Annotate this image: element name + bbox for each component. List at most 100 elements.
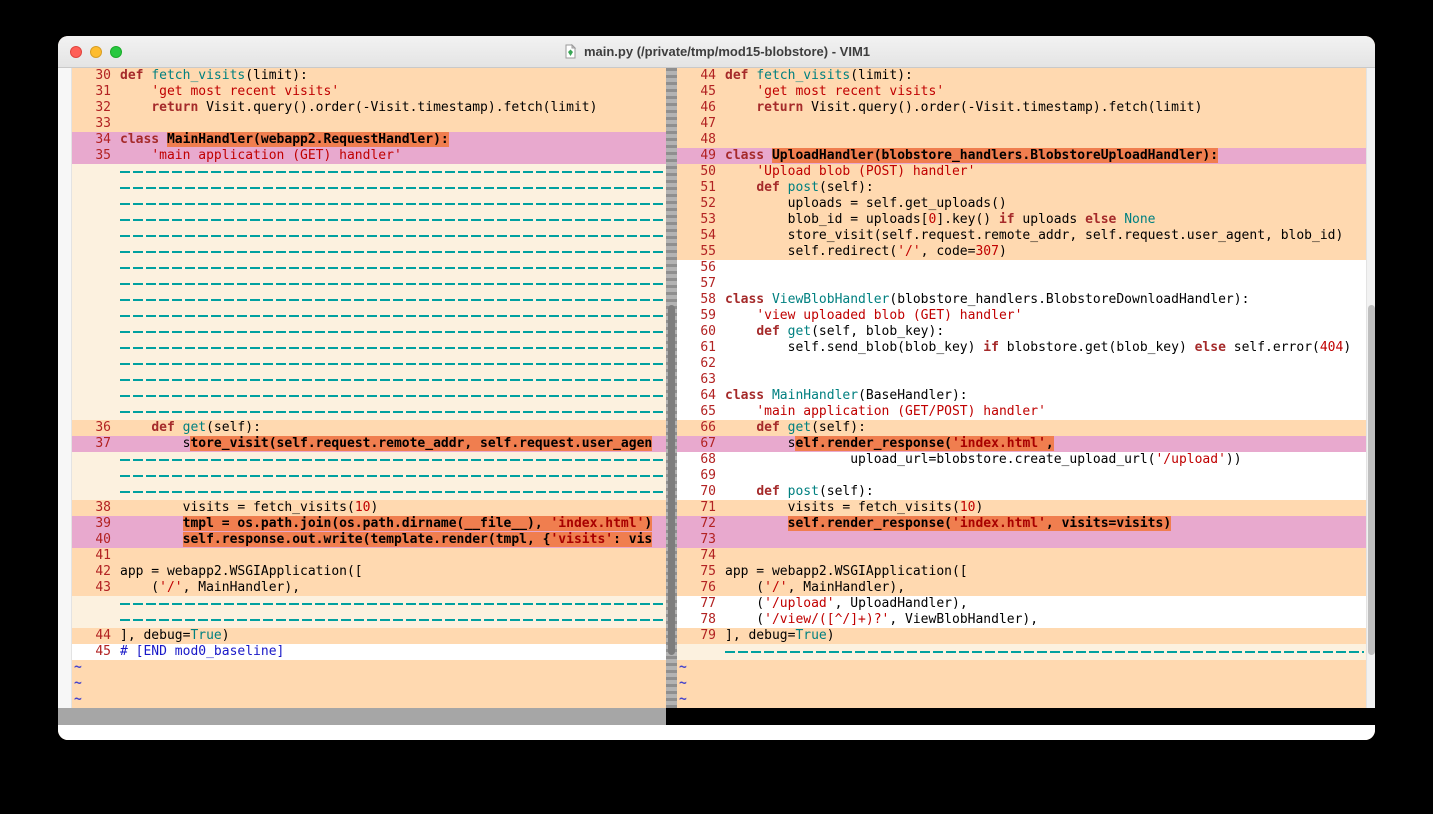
buffer-line[interactable]: 70 def post(self): — [677, 484, 1366, 500]
buffer-line[interactable]: 43 ('/', MainHandler), — [72, 580, 666, 596]
buffer-line[interactable]: 64class MainHandler(BaseHandler): — [677, 388, 1366, 404]
buffer-line[interactable]: 44], debug=True) — [72, 628, 666, 644]
buffer-line[interactable]: 60 def get(self, blob_key): — [677, 324, 1366, 340]
buffer-line[interactable]: 52 uploads = self.get_uploads() — [677, 196, 1366, 212]
buffer-line[interactable]: 41 — [72, 548, 666, 564]
buffer-line[interactable]: 55 self.redirect('/', code=307) — [677, 244, 1366, 260]
buffer-line[interactable] — [72, 356, 666, 372]
buffer-line[interactable] — [72, 228, 666, 244]
line-number: 64 — [677, 388, 725, 404]
buffer-line[interactable]: 37 store_visit(self.request.remote_addr,… — [72, 436, 666, 452]
buffer-line[interactable]: 31 'get most recent visits' — [72, 84, 666, 100]
code-text: app = webapp2.WSGIApplication([ — [120, 564, 666, 580]
buffer-line[interactable] — [72, 196, 666, 212]
left-pane-scrollbar-thumb[interactable] — [668, 305, 675, 655]
zoom-button[interactable] — [110, 46, 122, 58]
buffer-line[interactable] — [72, 596, 666, 612]
buffer-line[interactable]: 53 blob_id = uploads[0].key() if uploads… — [677, 212, 1366, 228]
buffer-line[interactable]: 78 ('/view/([^/]+)?', ViewBlobHandler), — [677, 612, 1366, 628]
buffer-line[interactable]: 49class UploadHandler(blobstore_handlers… — [677, 148, 1366, 164]
left-scrollbar[interactable] — [58, 68, 72, 708]
buffer-line[interactable] — [72, 324, 666, 340]
buffer-line[interactable] — [72, 452, 666, 468]
buffer-line[interactable]: 57 — [677, 276, 1366, 292]
vertical-split-divider[interactable] — [666, 68, 677, 708]
buffer-line[interactable]: ~ — [677, 660, 1366, 676]
buffer-line[interactable]: 30def fetch_visits(limit): — [72, 68, 666, 84]
buffer-line[interactable]: 51 def post(self): — [677, 180, 1366, 196]
buffer-line[interactable]: 66 def get(self): — [677, 420, 1366, 436]
buffer-line[interactable]: 45 'get most recent visits' — [677, 84, 1366, 100]
buffer-line[interactable]: 33 — [72, 116, 666, 132]
buffer-line[interactable]: 74 — [677, 548, 1366, 564]
buffer-line[interactable]: 46 return Visit.query().order(-Visit.tim… — [677, 100, 1366, 116]
buffer-line[interactable]: 75app = webapp2.WSGIApplication([ — [677, 564, 1366, 580]
buffer-line[interactable] — [72, 484, 666, 500]
code-text: self.send_blob(blob_key) if blobstore.ge… — [725, 340, 1366, 356]
buffer-line[interactable]: 62 — [677, 356, 1366, 372]
buffer-line[interactable]: 67 self.render_response('index.html', — [677, 436, 1366, 452]
buffer-line[interactable]: 72 self.render_response('index.html', vi… — [677, 516, 1366, 532]
buffer-line[interactable]: 47 — [677, 116, 1366, 132]
buffer-line[interactable]: ~ — [677, 692, 1366, 708]
right-scrollbar[interactable] — [1366, 68, 1375, 708]
buffer-line[interactable]: 40 self.response.out.write(template.rend… — [72, 532, 666, 548]
buffer-line[interactable]: 32 return Visit.query().order(-Visit.tim… — [72, 100, 666, 116]
buffer-line[interactable] — [72, 372, 666, 388]
buffer-line[interactable]: 63 — [677, 372, 1366, 388]
buffer-line[interactable] — [72, 404, 666, 420]
buffer-line[interactable]: 73 — [677, 532, 1366, 548]
buffer-line[interactable]: 39 tmpl = os.path.join(os.path.dirname(_… — [72, 516, 666, 532]
buffer-line[interactable]: 71 visits = fetch_visits(10) — [677, 500, 1366, 516]
buffer-line[interactable]: ~ — [677, 676, 1366, 692]
buffer-line[interactable]: ~ — [72, 660, 666, 676]
buffer-line[interactable]: 35 'main application (GET) handler' — [72, 148, 666, 164]
line-number: 52 — [677, 196, 725, 212]
buffer-line[interactable]: 58class ViewBlobHandler(blobstore_handle… — [677, 292, 1366, 308]
right-scrollbar-thumb[interactable] — [1368, 305, 1375, 655]
buffer-line[interactable]: ~ — [72, 676, 666, 692]
diff-pane-left[interactable]: 30def fetch_visits(limit):31 'get most r… — [72, 68, 666, 708]
buffer-line[interactable]: 77 ('/upload', UploadHandler), — [677, 596, 1366, 612]
line-number: 68 — [677, 452, 725, 468]
buffer-line[interactable]: 36 def get(self): — [72, 420, 666, 436]
buffer-line[interactable]: 79], debug=True) — [677, 628, 1366, 644]
buffer-line[interactable] — [72, 308, 666, 324]
buffer-line[interactable] — [72, 164, 666, 180]
buffer-line[interactable]: 48 — [677, 132, 1366, 148]
buffer-line[interactable]: 59 'view uploaded blob (GET) handler' — [677, 308, 1366, 324]
buffer-line[interactable]: 50 'Upload blob (POST) handler' — [677, 164, 1366, 180]
buffer-line[interactable] — [72, 260, 666, 276]
buffer-line[interactable] — [72, 292, 666, 308]
window-titlebar[interactable]: main.py (/private/tmp/mod15-blobstore) -… — [58, 36, 1375, 68]
buffer-line[interactable]: 69 — [677, 468, 1366, 484]
buffer-line[interactable]: 34class MainHandler(webapp2.RequestHandl… — [72, 132, 666, 148]
desktop-background: main.py (/private/tmp/mod15-blobstore) -… — [0, 0, 1433, 814]
buffer-line[interactable] — [72, 180, 666, 196]
line-number: 33 — [72, 116, 120, 132]
buffer-line[interactable]: 65 'main application (GET/POST) handler' — [677, 404, 1366, 420]
buffer-line[interactable]: 38 visits = fetch_visits(10) — [72, 500, 666, 516]
buffer-line[interactable]: 54 store_visit(self.request.remote_addr,… — [677, 228, 1366, 244]
buffer-line[interactable]: 76 ('/', MainHandler), — [677, 580, 1366, 596]
buffer-line[interactable]: 44def fetch_visits(limit): — [677, 68, 1366, 84]
buffer-line[interactable] — [72, 612, 666, 628]
buffer-line[interactable]: 68 upload_url=blobstore.create_upload_ur… — [677, 452, 1366, 468]
close-button[interactable] — [70, 46, 82, 58]
diff-filler-dashes — [120, 603, 664, 605]
buffer-line[interactable]: 56 — [677, 260, 1366, 276]
buffer-line[interactable]: ~ — [72, 692, 666, 708]
buffer-line[interactable] — [677, 644, 1366, 660]
buffer-line[interactable] — [72, 340, 666, 356]
buffer-line[interactable] — [72, 212, 666, 228]
buffer-line[interactable]: 45# [END mod0_baseline] — [72, 644, 666, 660]
minimize-button[interactable] — [90, 46, 102, 58]
buffer-line[interactable] — [72, 388, 666, 404]
buffer-line[interactable]: 42app = webapp2.WSGIApplication([ — [72, 564, 666, 580]
buffer-line[interactable] — [72, 276, 666, 292]
diff-pane-right[interactable]: 44def fetch_visits(limit):45 'get most r… — [677, 68, 1366, 708]
code-text: ('/view/([^/]+)?', ViewBlobHandler), — [725, 612, 1366, 628]
buffer-line[interactable] — [72, 244, 666, 260]
buffer-line[interactable] — [72, 468, 666, 484]
buffer-line[interactable]: 61 self.send_blob(blob_key) if blobstore… — [677, 340, 1366, 356]
